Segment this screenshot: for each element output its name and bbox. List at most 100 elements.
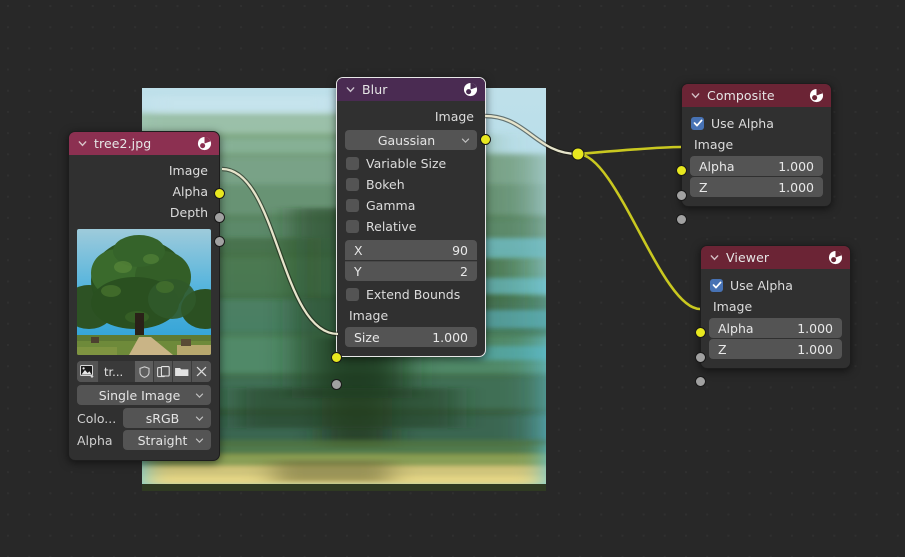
socket-composite-in-image[interactable] — [676, 165, 687, 176]
composite-alpha-field[interactable]: Alpha 1.000 — [690, 156, 823, 176]
image-datablock-toolbar[interactable]: tr... — [77, 361, 211, 382]
blur-size-y-value: 2 — [460, 264, 468, 279]
viewer-input-row-image: Image — [713, 299, 753, 314]
blur-size-x-value: 90 — [452, 242, 468, 258]
socket-viewer-in-z[interactable] — [695, 376, 706, 387]
blur-options-wrap: Variable Size Bokeh Gamma Relative — [337, 153, 485, 236]
reroute-node[interactable] — [571, 147, 585, 161]
socket-blur-out-image[interactable] — [480, 134, 491, 145]
blur-extend-bounds-checkbox[interactable] — [346, 287, 359, 301]
node-viewer[interactable]: Viewer Use Alpha Image Alpha 1.000 Z 1.0… — [695, 245, 851, 387]
chevron-down-icon[interactable] — [709, 252, 720, 263]
viewer-z-wrap: Z 1.000 — [701, 339, 850, 359]
output-row-image: Image — [168, 163, 208, 178]
blur-size-y-field[interactable]: Y 2 — [345, 261, 477, 281]
socket-image-out-depth[interactable] — [214, 236, 225, 247]
image-alphamode-value: Straight — [137, 432, 188, 448]
viewer-alpha-field[interactable]: Alpha 1.000 — [709, 318, 842, 338]
blur-filtertype-wrap: Gaussian — [337, 130, 485, 150]
image-source-dropdown[interactable]: Single Image — [77, 385, 211, 405]
composite-use-alpha-row[interactable]: Use Alpha — [690, 113, 823, 133]
blur-gamma-row[interactable]: Gamma — [345, 195, 477, 215]
folder-icon[interactable] — [173, 361, 192, 382]
image-colorspace-label: Colo... — [77, 410, 117, 426]
blur-variable-size-checkbox[interactable] — [346, 156, 359, 170]
viewer-z-field[interactable]: Z 1.000 — [709, 339, 842, 359]
chevron-down-icon — [461, 137, 470, 143]
node-viewer-title: Viewer — [726, 250, 770, 265]
node-composite-title: Composite — [707, 88, 775, 103]
composite-alpha-wrap: Alpha 1.000 — [682, 156, 831, 176]
close-icon[interactable] — [192, 361, 211, 382]
composite-z-field[interactable]: Z 1.000 — [690, 177, 823, 197]
blur-gamma-label: Gamma — [366, 197, 416, 213]
blur-bokeh-label: Bokeh — [366, 176, 405, 192]
blur-filter-type-dropdown[interactable]: Gaussian — [345, 130, 477, 150]
viewer-usealpha-wrap: Use Alpha — [701, 275, 850, 295]
image-colorspace-dropdown[interactable]: sRGB — [123, 408, 211, 428]
socket-composite-in-alpha[interactable] — [676, 190, 687, 201]
socket-image-out-image[interactable] — [214, 188, 225, 199]
thumbnail-tree-photo — [77, 229, 211, 355]
blur-size-y-label: Y — [354, 264, 362, 279]
node-editor-canvas[interactable]: tree2.jpg Image Alpha Depth tr... Single… — [0, 0, 905, 557]
blur-variable-size-row[interactable]: Variable Size — [345, 153, 477, 173]
viewer-z-label: Z — [718, 341, 727, 357]
node-image-header[interactable]: tree2.jpg — [69, 132, 219, 155]
socket-image-out-alpha[interactable] — [214, 212, 225, 223]
blur-size-x-field[interactable]: X 90 — [345, 240, 477, 260]
node-composite-header[interactable]: Composite — [682, 84, 831, 107]
image-browse-glyph — [80, 365, 94, 378]
shield-glyph — [138, 365, 150, 378]
blur-size-wrap: Size 1.000 — [337, 327, 485, 347]
output-row-depth: Depth — [169, 205, 208, 220]
composite-input-row-image: Image — [694, 137, 734, 152]
image-source-value: Single Image — [98, 387, 181, 403]
node-blur-header[interactable]: Blur — [337, 78, 485, 101]
socket-blur-in-size[interactable] — [331, 379, 342, 390]
check-icon — [712, 281, 721, 289]
image-browse-icon[interactable] — [77, 361, 99, 382]
image-alphamode-dropdown[interactable]: Straight — [123, 430, 211, 450]
copy-icon[interactable] — [154, 361, 173, 382]
blur-relative-row[interactable]: Relative — [345, 216, 477, 236]
viewer-use-alpha-checkbox[interactable] — [710, 278, 723, 292]
node-blur-title: Blur — [362, 82, 388, 97]
compositor-node-icon — [809, 88, 824, 103]
blur-relative-checkbox[interactable] — [346, 219, 359, 233]
socket-viewer-in-alpha[interactable] — [695, 352, 706, 363]
blur-relative-label: Relative — [366, 218, 417, 234]
node-image[interactable]: tree2.jpg Image Alpha Depth tr... Single… — [68, 131, 225, 461]
chevron-down-icon[interactable] — [77, 138, 88, 149]
image-thumbnail-preview[interactable] — [77, 229, 211, 355]
blur-bokeh-row[interactable]: Bokeh — [345, 174, 477, 194]
composite-z-label: Z — [699, 179, 708, 195]
socket-blur-in-image[interactable] — [331, 352, 342, 363]
blur-extend-bounds-row[interactable]: Extend Bounds — [345, 284, 477, 304]
compositor-node-icon — [463, 82, 478, 97]
chevron-down-icon[interactable] — [345, 84, 356, 95]
composite-z-value: 1.000 — [778, 179, 814, 195]
blur-size-x-label: X — [354, 242, 363, 258]
node-blur[interactable]: Blur Image Gaussian Variable Size Bokeh … — [331, 77, 491, 390]
shield-icon[interactable] — [135, 361, 154, 382]
composite-alpha-value: 1.000 — [778, 158, 814, 174]
node-viewer-header[interactable]: Viewer — [701, 246, 850, 269]
composite-alpha-label: Alpha — [699, 158, 735, 174]
node-composite[interactable]: Composite Use Alpha Image Alpha 1.000 Z … — [676, 83, 832, 225]
node-image-body: Image Alpha Depth tr... Single Image Col… — [69, 155, 225, 460]
image-alphamode-wrap: Alpha Straight — [69, 430, 219, 450]
folder-glyph — [175, 368, 189, 376]
socket-viewer-in-image[interactable] — [695, 327, 706, 338]
chevron-down-icon — [195, 392, 204, 398]
chevron-down-icon[interactable] — [690, 90, 701, 101]
viewer-use-alpha-row[interactable]: Use Alpha — [709, 275, 842, 295]
blur-bokeh-checkbox[interactable] — [346, 177, 359, 191]
blur-size-field[interactable]: Size 1.000 — [345, 327, 477, 347]
blur-size-label: Size — [354, 329, 380, 345]
socket-composite-in-z[interactable] — [676, 214, 687, 225]
composite-use-alpha-checkbox[interactable] — [691, 116, 704, 130]
blur-size-value: 1.000 — [432, 329, 468, 345]
blur-gamma-checkbox[interactable] — [346, 198, 359, 212]
image-name-field[interactable]: tr... — [99, 361, 135, 382]
